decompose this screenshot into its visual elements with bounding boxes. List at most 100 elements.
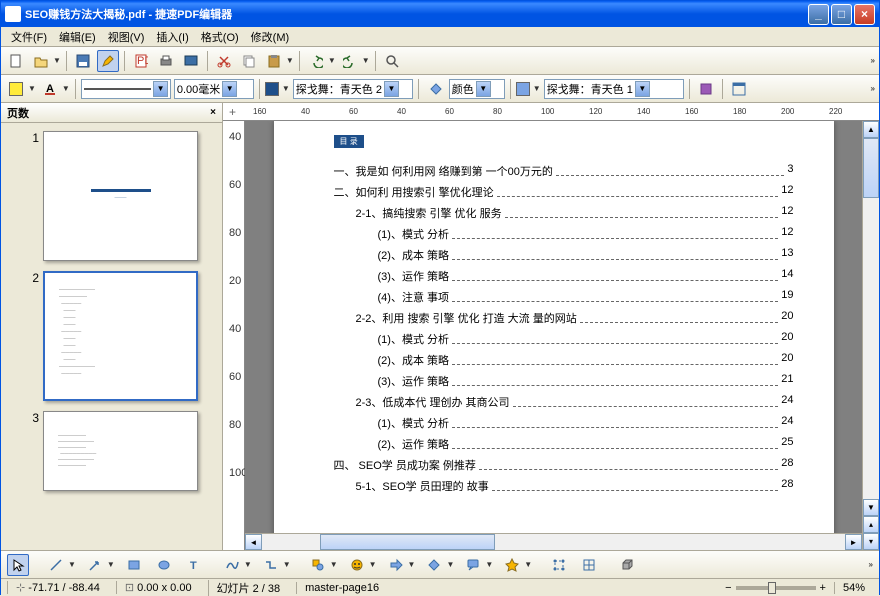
line-width-combo[interactable]: 0.00毫米▼ (174, 79, 254, 99)
hscrollbar[interactable]: ◄ ► (245, 533, 862, 550)
arrow-tool[interactable]: ▼ (84, 554, 115, 576)
color2-dropdown[interactable]: ▼ (516, 82, 541, 96)
scroll-left-icon[interactable]: ◄ (245, 534, 262, 550)
ellipse-tool[interactable] (153, 554, 175, 576)
thumb-2[interactable]: 2 ———————————————— ————— ——— ——— ——— ———… (25, 271, 198, 401)
menu-insert[interactable]: 插入(I) (150, 27, 194, 46)
scroll-up-icon[interactable]: ▲ (863, 121, 879, 138)
toc-line: (3)、运作 策略14 (334, 268, 794, 284)
vscroll-thumb[interactable] (863, 138, 879, 198)
maximize-button[interactable]: □ (831, 4, 852, 25)
color1-dropdown[interactable]: ▼ (265, 82, 290, 96)
open-icon (30, 50, 52, 72)
undo-dropdown[interactable]: ▼ (305, 50, 336, 72)
status-bar: ⊹ -71.71 / -88.44 ⊡ 0.00 x 0.00 幻灯片 2 / … (1, 578, 879, 596)
sidebar-close-icon[interactable]: × (210, 107, 216, 118)
print-button[interactable] (155, 50, 177, 72)
screen-button[interactable] (180, 50, 202, 72)
color-combo[interactable]: 颜色▼ (449, 79, 505, 99)
color1-swatch (265, 82, 279, 96)
ruler-horizontal[interactable]: 1604060406080100120140160180200220 (223, 103, 879, 121)
effect-button[interactable] (695, 78, 717, 100)
toc-line: (2)、成本 策略20 (334, 352, 794, 368)
extrusion-tool[interactable] (616, 554, 638, 576)
paste-dropdown[interactable]: ▼ (263, 50, 294, 72)
toolbar-format: ▼ A▼ ▼ 0.00毫米▼ ▼ 探戈舞：青天色 2▼ 颜色▼ ▼ 探戈舞：青天… (1, 75, 879, 103)
menu-edit[interactable]: 编辑(E) (53, 27, 102, 46)
rect-tool[interactable] (123, 554, 145, 576)
toc-line: 2-1、搞纯搜索 引擎 优化 服务12 (334, 205, 794, 221)
connector-tool[interactable]: ▼ (260, 554, 291, 576)
ruler-vertical[interactable]: 40608020406080100 (223, 121, 245, 550)
page-viewport[interactable]: 目 录 一、我是如 何利用网 络赚到第 一个00万元的3二、如何利 用搜索引 擎… (245, 121, 862, 550)
curve-tool[interactable]: ▼ (221, 554, 252, 576)
style1-combo[interactable]: 探戈舞：青天色 2▼ (293, 79, 413, 99)
hscroll-thumb[interactable] (320, 534, 495, 550)
close-button[interactable]: × (854, 4, 875, 25)
glue-tool[interactable] (578, 554, 600, 576)
toolbar-main: ▼ PDF ▼ ▼ ▼ » (1, 47, 879, 75)
open-dropdown[interactable]: ▼ (30, 50, 61, 72)
thumb-1[interactable]: 1 ——— (25, 131, 198, 261)
toc-line: (1)、模式 分析24 (334, 415, 794, 431)
scroll-right-icon[interactable]: ► (845, 534, 862, 550)
status-coords: ⊹ -71.71 / -88.44 (7, 581, 108, 594)
zoom-slider[interactable]: − + (725, 582, 826, 594)
redo-icon (339, 50, 361, 72)
next-page-icon[interactable]: ▾ (863, 533, 879, 550)
menu-file[interactable]: 文件(F) (5, 27, 53, 46)
workspace: 页数 × 1 ——— 2 ———————————————— ————— ——— … (1, 103, 879, 550)
color2-swatch (516, 82, 530, 96)
toc-line: (2)、运作 策略25 (334, 436, 794, 452)
toc-line: 一、我是如 何利用网 络赚到第 一个00万元的3 (334, 163, 794, 179)
svg-text:PDF: PDF (137, 55, 148, 67)
highlight-dropdown[interactable]: ▼ (5, 78, 36, 100)
zoom-knob[interactable] (768, 582, 776, 594)
text-tool[interactable]: T (183, 554, 205, 576)
toolbar-drawing: ▼ ▼ T ▼ ▼ ▼ ▼ ▼ ▼ ▼ ▼ » (1, 550, 879, 578)
undo-icon (305, 50, 327, 72)
zoom-in-icon[interactable]: + (820, 582, 826, 594)
zoom-out-icon[interactable]: − (725, 582, 731, 594)
redo-dropdown[interactable]: ▼ (339, 50, 370, 72)
prev-page-icon[interactable]: ▴ (863, 516, 879, 533)
toc-tag: 目 录 (334, 135, 364, 148)
block-arrows-tool[interactable]: ▼ (385, 554, 416, 576)
vscrollbar[interactable]: ▲ ▼ ▴ ▾ (862, 121, 879, 550)
line-tool[interactable]: ▼ (45, 554, 76, 576)
find-button[interactable] (381, 50, 403, 72)
export-pdf-button[interactable]: PDF (130, 50, 152, 72)
line-style-combo[interactable]: ▼ (81, 79, 171, 99)
style2-combo[interactable]: 探戈舞：青天色 1▼ (544, 79, 684, 99)
thumb-3[interactable]: 3 ——————————————————————— ——————————————… (25, 411, 198, 491)
symbol-shapes-tool[interactable]: ▼ (346, 554, 377, 576)
menu-view[interactable]: 视图(V) (102, 27, 151, 46)
toc-line: 5-1、SEO学 员田理的 故事28 (334, 478, 794, 494)
thumbnails-panel[interactable]: 1 ——— 2 ———————————————— ————— ——— ——— —… (1, 123, 222, 550)
pointer-tool[interactable] (7, 554, 29, 576)
window-button[interactable] (728, 78, 750, 100)
bucket-button[interactable] (424, 78, 446, 100)
menu-format[interactable]: 格式(O) (195, 27, 245, 46)
basic-shapes-tool[interactable]: ▼ (307, 554, 338, 576)
font-color-dropdown[interactable]: A▼ (39, 78, 70, 100)
callout-tool[interactable]: ▼ (462, 554, 493, 576)
status-slide: 幻灯片 2 / 38 (208, 580, 289, 596)
stars-tool[interactable]: ▼ (501, 554, 532, 576)
page-content: 目 录 一、我是如 何利用网 络赚到第 一个00万元的3二、如何利 用搜索引 擎… (274, 121, 834, 550)
flowchart-tool[interactable]: ▼ (423, 554, 454, 576)
points-tool[interactable] (548, 554, 570, 576)
minimize-button[interactable]: _ (808, 4, 829, 25)
edit-button[interactable] (97, 50, 119, 72)
cut-button[interactable] (213, 50, 235, 72)
save-button[interactable] (72, 50, 94, 72)
toc-line: (4)、注意 事项19 (334, 289, 794, 305)
new-button[interactable] (5, 50, 27, 72)
app-icon (5, 6, 21, 22)
copy-button[interactable] (238, 50, 260, 72)
menu-modify[interactable]: 修改(M) (245, 27, 296, 46)
status-zoom[interactable]: 54% (834, 582, 873, 594)
status-master: master-page16 (296, 582, 387, 594)
window-title: SEO赚钱方法大揭秘.pdf - 捷速PDF编辑器 (25, 6, 806, 22)
scroll-down-icon[interactable]: ▼ (863, 499, 879, 516)
